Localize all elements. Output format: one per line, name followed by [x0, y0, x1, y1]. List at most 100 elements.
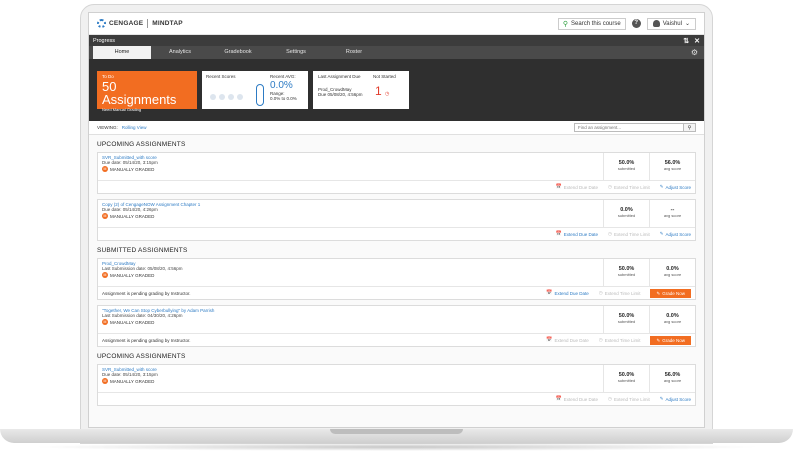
- adjust-score-label: Adjust Score: [665, 184, 691, 190]
- extend-due-label: Extend Due Date: [563, 231, 598, 237]
- dashboard-strip: To Do 50 Assignments Need Manual Grading…: [89, 59, 704, 121]
- todo-card[interactable]: To Do 50 Assignments Need Manual Grading: [97, 71, 197, 112]
- extend-due-label: Extend Due Date: [554, 337, 589, 343]
- pencil-icon: ✎: [659, 396, 664, 401]
- avg-score-label: avg score: [663, 319, 682, 324]
- not-started-count: 1: [375, 84, 382, 98]
- manual-grade-icon: M: [102, 213, 108, 219]
- assignment-actions: Assignment is pending grading by Instruc…: [98, 334, 695, 346]
- app-title: Progress: [93, 37, 116, 44]
- user-menu[interactable]: Vaishul ⌄: [646, 17, 696, 30]
- grade-now-label: Grade Now: [662, 337, 685, 343]
- calendar-icon: 📅: [555, 184, 562, 190]
- submitted-stat: 0.0% submitted: [603, 200, 649, 227]
- manually-graded-label: MANUALLY GRADED: [110, 166, 155, 172]
- expand-icon[interactable]: ⇅: [683, 37, 689, 45]
- avg-score-stat: 56.0% avg score: [649, 153, 695, 180]
- calendar-icon: 📅: [546, 290, 553, 296]
- manually-graded-tag: M MANUALLY GRADED: [102, 166, 599, 172]
- assignment-actions: 📅 Extend Due Date ◷ Extend Time Limit ✎ Adj…: [98, 228, 695, 240]
- assignment-actions: Assignment is pending grading by Instruc…: [98, 287, 695, 299]
- recent-scores-card: Recent Scores Recent AVG: 0.0% Range: 0.…: [202, 71, 308, 109]
- score-dot: [210, 94, 216, 100]
- assignment-card: SVR_Submitted_with score Due date: 05/14…: [97, 364, 696, 406]
- calendar-icon: 📅: [546, 337, 553, 343]
- assignment-date: Due date: 05/14/20, 3:15pm: [102, 372, 158, 377]
- section-submitted: SUBMITTED ASSIGNMENTS: [97, 247, 188, 254]
- pending-note: Assignment is pending grading by Instruc…: [102, 337, 191, 343]
- manually-graded-label: MANUALLY GRADED: [110, 319, 155, 325]
- adjust-score-button[interactable]: ✎ Adjust Score: [660, 184, 691, 190]
- assignment-date: Last Submission date: 05/08/20, 4:56pm: [102, 266, 183, 271]
- main-tabs: Home Analytics Gradebook Settings Roster…: [89, 46, 704, 59]
- help-icon[interactable]: ?: [631, 19, 641, 28]
- adjust-score-label: Adjust Score: [665, 396, 691, 402]
- todo-value: 50 Assignments: [102, 79, 177, 107]
- extend-due-date-button[interactable]: 📅 Extend Due Date: [546, 337, 589, 343]
- tab-home[interactable]: Home: [93, 46, 151, 59]
- tab-gradebook[interactable]: Gradebook: [209, 46, 267, 59]
- extend-time-limit-button[interactable]: ◷ Extend Time Limit: [599, 290, 641, 296]
- close-icon[interactable]: ✕: [694, 37, 700, 45]
- header-actions: ⚲ Search this course ? Vaishul ⌄: [557, 17, 696, 30]
- assignment-card-top: SVR_Submitted_with score Due date: 05/14…: [98, 365, 695, 393]
- search-icon[interactable]: ⚲: [684, 123, 696, 132]
- extend-due-date-button[interactable]: 📅 Extend Due Date: [555, 231, 598, 237]
- grade-now-button[interactable]: ✎ Grade Now: [650, 335, 691, 345]
- score-dot: [219, 94, 225, 100]
- assignment-info: SVR_Submitted_with score Due date: 05/14…: [98, 365, 603, 392]
- manually-graded-label: MANUALLY GRADED: [110, 272, 155, 278]
- extend-time-limit-button[interactable]: ◷ Extend Time Limit: [608, 231, 650, 237]
- avg-score-stat: 56.0% avg score: [649, 365, 695, 392]
- assignment-date: Due date: 05/14/20, 4:26pm: [102, 207, 158, 212]
- clock-icon: ◷: [598, 290, 603, 295]
- extend-due-date-button[interactable]: 📅 Extend Due Date: [555, 396, 598, 402]
- laptop-shadow: [30, 443, 763, 451]
- find-assignment-input[interactable]: [574, 123, 684, 132]
- user-name: Vaishul: [662, 20, 682, 27]
- window-controls: ⇅ ✕: [683, 37, 700, 45]
- adjust-score-button[interactable]: ✎ Adjust Score: [660, 231, 691, 237]
- tab-settings[interactable]: Settings: [267, 46, 325, 59]
- last-due-card[interactable]: Last Assignment Due Prod_CrowdMay Due 05…: [313, 71, 409, 109]
- grade-now-label: Grade Now: [662, 290, 685, 296]
- search-course-button[interactable]: ⚲ Search this course: [557, 17, 626, 30]
- grade-now-button[interactable]: ✎ Grade Now: [650, 288, 691, 298]
- logo-divider: [147, 19, 149, 28]
- extend-time-limit-button[interactable]: ◷ Extend Time Limit: [608, 396, 650, 402]
- adjust-score-button[interactable]: ✎ Adjust Score: [660, 396, 691, 402]
- submitted-label: submitted: [617, 213, 636, 218]
- todo-sub: Need Manual Grading: [102, 107, 142, 112]
- assignment-info: Copy (2) of CengageNOW Assignment Chapte…: [98, 200, 603, 227]
- assignment-info: Prod_CrowdMay Last Submission date: 05/0…: [98, 259, 603, 286]
- extend-due-date-button[interactable]: 📅 Extend Due Date: [546, 290, 589, 296]
- logo-text-mindtap: MINDTAP: [152, 20, 183, 27]
- cengage-logo[interactable]: CENGAGE MINDTAP: [97, 19, 183, 28]
- clock-icon: ◷: [598, 337, 603, 342]
- extend-due-label: Extend Due Date: [563, 396, 598, 402]
- extend-time-label: Extend Time Limit: [613, 184, 650, 190]
- extend-time-limit-button[interactable]: ◷ Extend Time Limit: [608, 184, 650, 190]
- extend-time-label: Extend Time Limit: [604, 337, 641, 343]
- manually-graded-tag: M MANUALLY GRADED: [102, 272, 599, 278]
- score-dot: [237, 94, 243, 100]
- settings-gear-icon[interactable]: ⚙: [691, 48, 698, 57]
- assignment-date: Due date: 05/14/20, 3:15pm: [102, 160, 158, 165]
- extend-due-date-button[interactable]: 📅 Extend Due Date: [555, 184, 598, 190]
- submitted-label: submitted: [617, 166, 636, 171]
- submitted-label: submitted: [617, 378, 636, 383]
- extend-time-limit-button[interactable]: ◷ Extend Time Limit: [599, 337, 641, 343]
- manually-graded-tag: M MANUALLY GRADED: [102, 378, 599, 384]
- recent-avg-label: Recent AVG:: [270, 74, 296, 79]
- chevron-down-icon: ⌄: [684, 21, 690, 27]
- tab-analytics[interactable]: Analytics: [151, 46, 209, 59]
- tab-roster[interactable]: Roster: [325, 46, 383, 59]
- viewing-mode-link[interactable]: Rolling View: [122, 125, 147, 130]
- range-value: 0.0% to 0.0%: [270, 96, 297, 101]
- assignment-card: "Together, We Can Stop Cyberbullying" by…: [97, 305, 696, 347]
- clock-icon: ◷: [608, 184, 612, 189]
- assignment-card-top: "Together, We Can Stop Cyberbullying" by…: [98, 306, 695, 334]
- assignment-actions: 📅 Extend Due Date ◷ Extend Time Limit ✎ Adj…: [98, 181, 695, 193]
- extend-due-label: Extend Due Date: [563, 184, 598, 190]
- assignment-info: "Together, We Can Stop Cyberbullying" by…: [98, 306, 603, 333]
